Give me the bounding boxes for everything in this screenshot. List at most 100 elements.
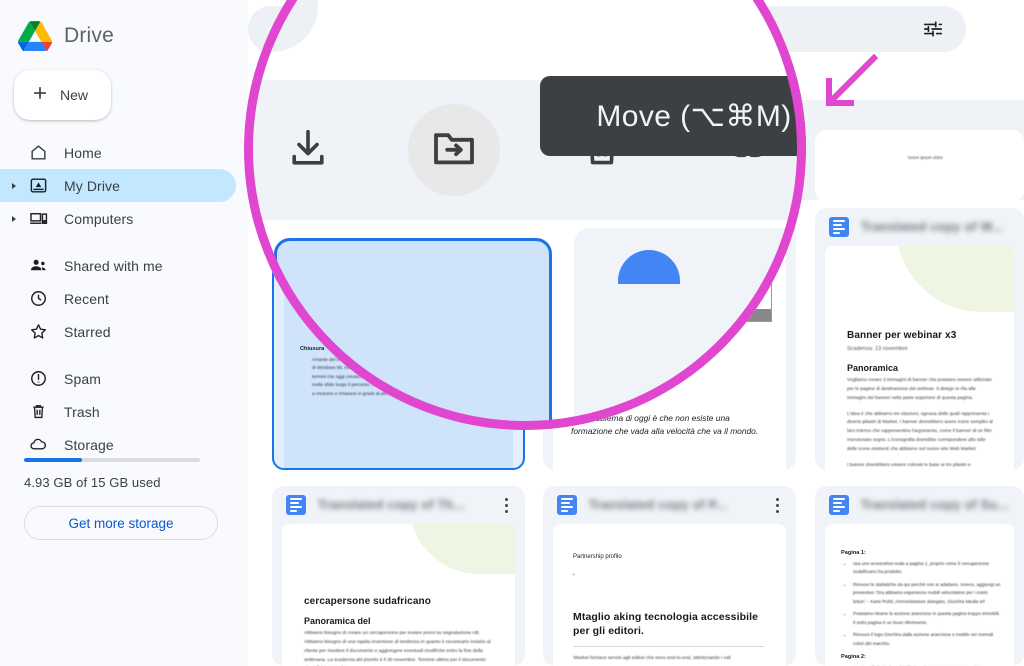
card-pagine[interactable]: Translated copy of Su... Pagina 1: usa u… [815,486,1024,666]
google-docs-icon [829,217,849,237]
preview-section: Panoramica del [304,616,371,626]
sidebar-item-label: My Drive [64,177,121,194]
preview-body: 'Market fornisce servizi agli editori ch… [573,656,731,662]
download-button[interactable] [262,104,354,196]
magnified-card-quote [574,228,804,430]
brand: Drive [0,0,248,58]
new-button-label: New [60,87,89,103]
magnified-header-area [244,0,806,80]
magnified-card-selected [274,238,552,430]
card-cercapersone[interactable]: Translated copy of Th... cercapersone su… [272,486,525,666]
preview-heading: Banner per webinar x3 [847,330,957,341]
storage-section: 4.93 GB of 15 GB used Get more storage [0,458,248,540]
move-to-folder-icon [430,124,478,177]
cloud-icon [28,435,48,455]
card-title: Translated copy of Th... [318,498,465,512]
card-partial-top[interactable]: lorem ipsum dolor [815,130,1024,202]
get-more-storage-button[interactable]: Get more storage [24,506,218,540]
get-more-storage-label: Get more storage [68,515,174,531]
preview-heading: cercapersone sudafricano [304,596,431,607]
magnifier-lens: Move (⌥⌘M) [244,0,806,430]
preview-body-2: L'idea è che abbiamo tre citazioni, ognu… [847,411,993,453]
nav-divider [0,235,248,249]
sidebar-item-starred[interactable]: Starred [0,315,236,348]
google-docs-icon [829,495,849,515]
preview-bullet: Rimuovi le statistiche da qui perché non… [853,581,1002,606]
sidebar-item-label: Trash [64,403,100,420]
sidebar-item-label: Shared with me [64,257,163,274]
card-more-options-button[interactable] [768,497,786,513]
card-header: Translated copy of Su... [815,486,1024,524]
preview-body-3: I banner dovrebbero essere colorati in b… [847,462,971,468]
card-preview: Pagina 1: usa uno screenshot reale a pag… [825,524,1014,666]
star-icon [28,322,48,342]
card-more-options-button[interactable] [497,497,515,513]
sidebar-item-trash[interactable]: Trash [0,395,236,428]
chevron-right-icon[interactable] [12,182,16,189]
clock-icon [28,289,48,309]
drive-logo-icon [18,21,53,52]
sidebar-item-recent[interactable]: Recent [0,282,236,315]
trash-icon [28,402,48,422]
brand-name: Drive [64,24,115,47]
card-title: Translated copy of P... [589,498,727,512]
card-header: Translated copy of Th... [272,486,525,524]
chevron-right-icon[interactable] [12,215,16,222]
card-header: Translated copy of P... [543,486,796,524]
preview-subheading: Scadenza: 13 novembre [847,346,908,352]
card-preview: Partnership profilo • Mtaglio aking tecn… [553,524,786,666]
sidebar-item-shared-with-me[interactable]: Shared with me [0,249,236,282]
google-docs-icon [557,495,577,515]
preview-divider [573,646,764,648]
move-tooltip: Move (⌥⌘M) [540,76,806,156]
storage-progress-bar [24,458,200,462]
sidebar-item-label: Recent [64,290,109,307]
card-preview: Banner per webinar x3 Scadenza: 13 novem… [825,246,1014,470]
drive-screenshot: Drive New Home My Drive Computers Shared… [0,0,1024,666]
people-icon [28,256,48,276]
sidebar-item-label: Starred [64,323,111,340]
sidebar-item-label: Computers [64,210,134,227]
sidebar-item-storage[interactable]: Storage [0,428,236,461]
preview-section-2: Pagina 2: [841,654,866,661]
download-icon [285,125,331,176]
nav-divider [0,348,248,362]
preview-bullet: Rimuovi il logo Giochira dalla sezione a… [853,631,1002,648]
card-header: Translated copy of W... [815,208,1024,246]
computer-icon [28,209,48,229]
sidebar-item-my-drive[interactable]: My Drive [0,169,236,202]
spam-icon [28,369,48,389]
card-banner-webinar[interactable]: Translated copy of W... Banner per webin… [815,208,1024,470]
sidebar-item-label: Home [64,144,102,161]
sidebar: Drive New Home My Drive Computers Shared… [0,0,248,666]
preview-label: Partnership profilo [573,554,622,560]
move-button[interactable] [408,104,500,196]
preview-section: Panoramica [847,363,899,373]
preview-section-1: Pagina 1: [841,550,866,556]
my-drive-icon [28,176,48,196]
google-docs-icon [286,495,306,515]
sidebar-item-label: Storage [64,436,114,453]
storage-progress-fill [24,458,83,462]
card-preview: cercapersone sudafricano Panoramica del … [282,524,515,666]
sidebar-item-label: Spam [64,370,101,387]
sidebar-item-home[interactable]: Home [0,136,236,169]
storage-usage-text: 4.93 GB of 15 GB used [24,475,161,490]
card-title: Translated copy of Su... [861,498,1009,512]
preview-bullet: usa uno screenshot reale a pagina 1, pro… [853,560,1002,577]
preview-heading: Mtaglio aking tecnologia accessibile per… [573,610,759,637]
preview-body: Vogliamo creare 3 immagini di banner che… [847,378,992,401]
move-tooltip-label: Move (⌥⌘M) [596,99,792,133]
preview-decoration [896,246,1014,312]
plus-icon [30,83,50,107]
sidebar-item-spam[interactable]: Spam [0,362,236,395]
annotation-arrow [812,52,882,114]
preview-body: Abbiamo bisogno di creare un cercaperson… [304,631,491,663]
new-button[interactable]: New [14,70,111,120]
card-title: Translated copy of W... [861,220,1004,234]
sidebar-item-computers[interactable]: Computers [0,202,236,235]
sidebar-nav: Home My Drive Computers Shared with me R… [0,136,248,461]
card-partnership[interactable]: Translated copy of P... Partnership prof… [543,486,796,666]
tune-icon[interactable] [922,18,944,40]
preview-bullet: Possiamo ritrarre la sezione arancione i… [853,610,1002,627]
